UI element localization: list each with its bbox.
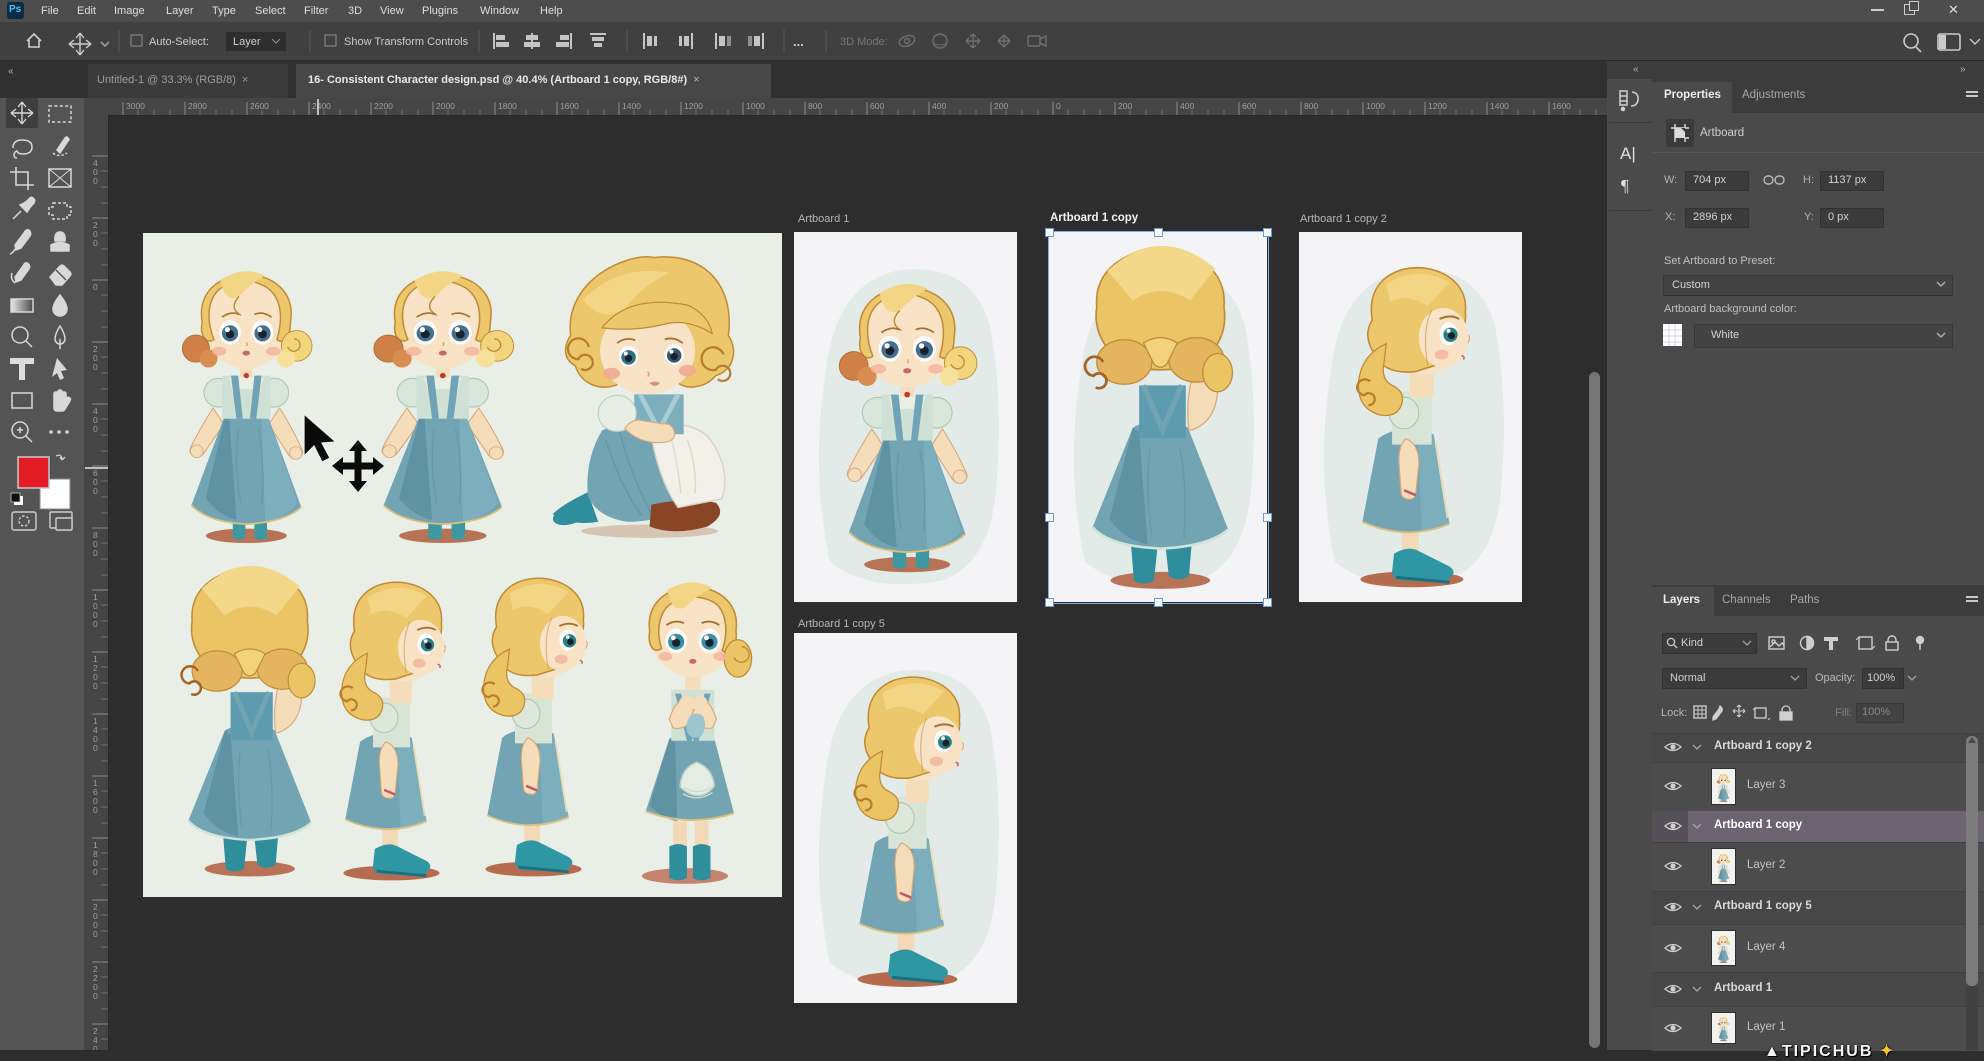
svg-text:0: 0: [93, 176, 98, 186]
svg-text:0: 0: [93, 548, 98, 558]
svg-text:0: 0: [93, 282, 98, 292]
svg-text:1000: 1000: [1366, 101, 1385, 111]
svg-text:800: 800: [1304, 101, 1318, 111]
svg-text:400: 400: [1180, 101, 1194, 111]
svg-text:0: 0: [93, 424, 98, 434]
svg-text:0: 0: [1056, 101, 1061, 111]
svg-text:1200: 1200: [1428, 101, 1447, 111]
svg-text:0: 0: [93, 867, 98, 877]
svg-text:...: ...: [793, 34, 804, 49]
svg-text:1000: 1000: [746, 101, 765, 111]
svg-text:0: 0: [93, 929, 98, 939]
svg-text:800: 800: [808, 101, 822, 111]
svg-text:2600: 2600: [250, 101, 269, 111]
svg-text:3D Mode:: 3D Mode:: [840, 36, 888, 48]
svg-text:200: 200: [1118, 101, 1132, 111]
svg-text:1800: 1800: [498, 101, 517, 111]
svg-text:2200: 2200: [374, 101, 393, 111]
svg-text:0: 0: [93, 362, 98, 372]
svg-text:1600: 1600: [560, 101, 579, 111]
svg-text:0: 0: [93, 743, 98, 753]
svg-text:0: 0: [93, 619, 98, 629]
svg-text:600: 600: [870, 101, 884, 111]
svg-text:200: 200: [994, 101, 1008, 111]
svg-text:Auto-Select:: Auto-Select:: [149, 36, 209, 48]
svg-text:1400: 1400: [1490, 101, 1509, 111]
svg-text:2000: 2000: [436, 101, 455, 111]
svg-text:0: 0: [93, 1044, 98, 1050]
svg-text:2400: 2400: [312, 101, 331, 111]
svg-text:Layer: Layer: [233, 36, 261, 48]
svg-text:1200: 1200: [684, 101, 703, 111]
svg-text:1400: 1400: [622, 101, 641, 111]
svg-text:0: 0: [93, 681, 98, 691]
svg-text:1600: 1600: [1552, 101, 1571, 111]
svg-text:600: 600: [1242, 101, 1256, 111]
svg-text:3000: 3000: [126, 101, 145, 111]
svg-text:2800: 2800: [188, 101, 207, 111]
svg-text:0: 0: [93, 991, 98, 1001]
svg-text:0: 0: [93, 486, 98, 496]
svg-text:0: 0: [93, 805, 98, 815]
svg-text:Show Transform Controls: Show Transform Controls: [344, 36, 469, 48]
svg-text:0: 0: [93, 238, 98, 248]
svg-text:400: 400: [932, 101, 946, 111]
